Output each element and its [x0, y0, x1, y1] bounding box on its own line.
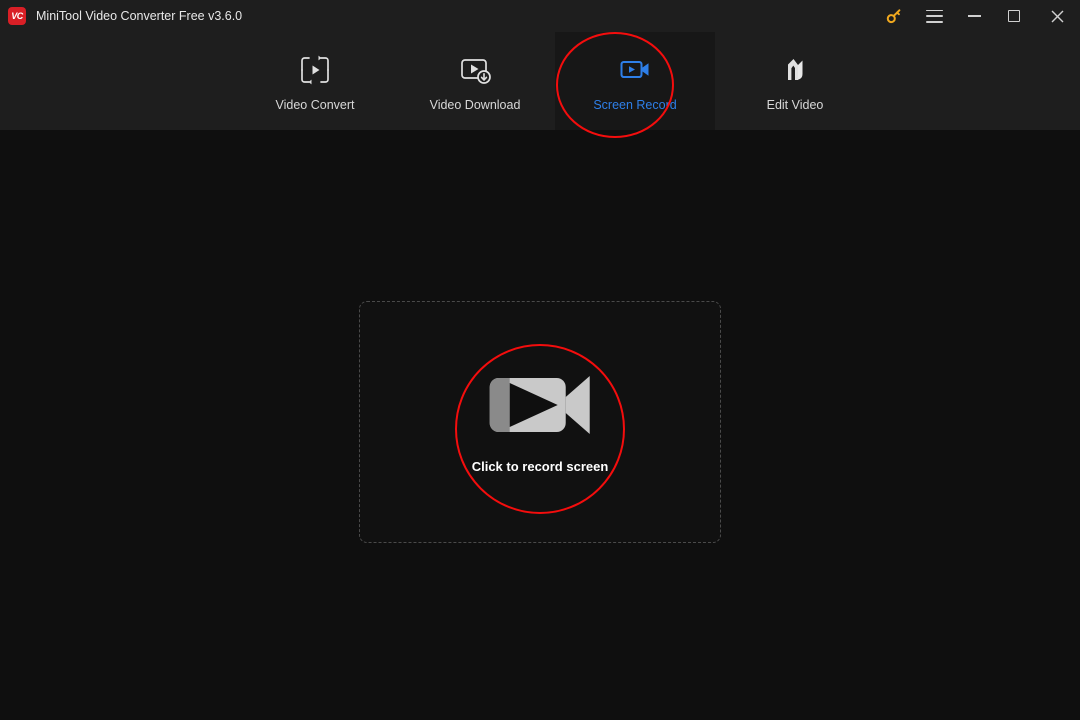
video-convert-icon	[298, 50, 332, 90]
tab-screen-record[interactable]: Screen Record	[555, 32, 715, 130]
key-icon-glyph	[886, 9, 901, 24]
tab-edit-video-label: Edit Video	[766, 98, 824, 112]
nav-tab-list: Video Convert Video Download Screen Reco…	[235, 32, 875, 130]
minimize-icon[interactable]	[954, 0, 994, 32]
app-logo-icon: VC	[8, 7, 26, 25]
maximize-icon-glyph	[1008, 10, 1020, 22]
hamburger-icon-glyph	[925, 9, 943, 23]
screen-record-icon	[618, 50, 652, 90]
edit-video-icon	[778, 50, 812, 90]
record-drop-panel[interactable]: Click to record screen	[359, 301, 721, 543]
video-download-icon	[458, 50, 492, 90]
close-icon[interactable]	[1034, 0, 1080, 32]
key-icon[interactable]	[874, 0, 914, 32]
main-navigation: Video Convert Video Download Screen Reco…	[0, 32, 1080, 130]
hamburger-icon[interactable]	[914, 0, 954, 32]
tab-video-download[interactable]: Video Download	[395, 32, 555, 130]
title-bar: VC MiniTool Video Converter Free v3.6.0	[0, 0, 1080, 32]
tab-video-convert[interactable]: Video Convert	[235, 32, 395, 130]
tab-edit-video[interactable]: Edit Video	[715, 32, 875, 130]
camcorder-icon	[488, 370, 592, 445]
window-controls	[874, 0, 1080, 32]
maximize-icon[interactable]	[994, 0, 1034, 32]
tab-video-download-label: Video Download	[429, 98, 521, 112]
record-caption: Click to record screen	[471, 459, 609, 474]
minimize-icon-glyph	[967, 15, 981, 17]
window-title: MiniTool Video Converter Free v3.6.0	[36, 9, 243, 23]
close-icon-glyph	[1051, 10, 1063, 22]
tab-video-convert-label: Video Convert	[275, 98, 355, 112]
content-area: Click to record screen	[0, 130, 1080, 720]
tab-screen-record-label: Screen Record	[593, 98, 677, 112]
record-screen-button[interactable]: Click to record screen	[471, 370, 609, 474]
